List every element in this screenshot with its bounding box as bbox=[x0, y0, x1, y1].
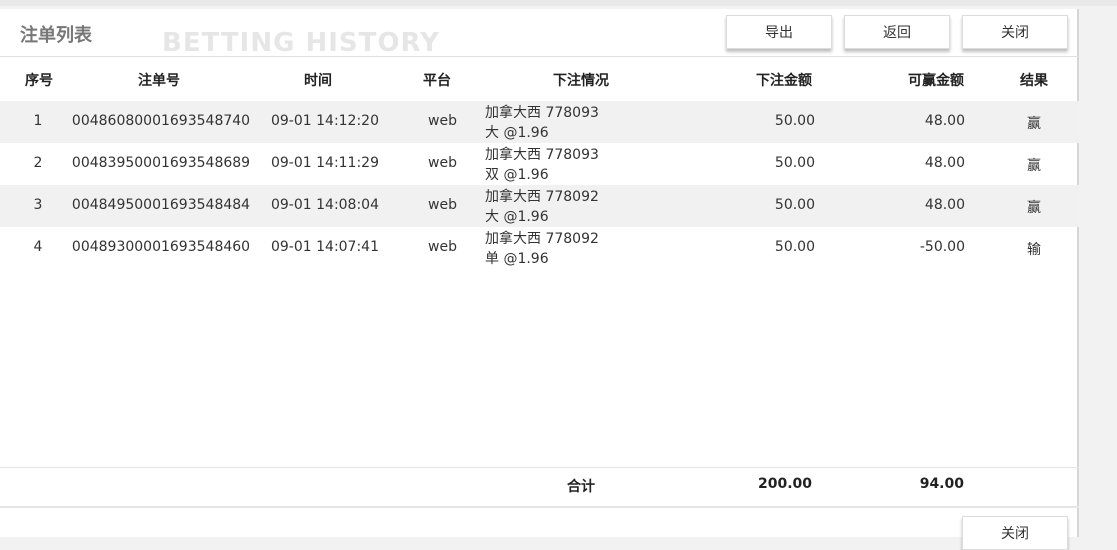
column-bet-detail: 下注情况 bbox=[553, 73, 609, 89]
export-button[interactable]: 导出 bbox=[726, 15, 832, 49]
row-order-no: 00486080001693548740 bbox=[71, 113, 251, 129]
row-result: 输 bbox=[1027, 242, 1041, 258]
table-row[interactable]: 1 00486080001693548740 09-01 14:12:20 we… bbox=[0, 101, 1079, 143]
row-win-amount: 48.00 bbox=[924, 155, 965, 171]
totals-bet-amount: 200.00 bbox=[757, 476, 812, 492]
row-time: 09-01 14:12:20 bbox=[270, 113, 380, 129]
panel-header: 注单列表 BETTING HISTORY 导出 返回 关闭 bbox=[0, 9, 1079, 58]
watermark-text: BETTING HISTORY bbox=[162, 28, 440, 58]
row-bet-detail: 加拿大西 778092 大 @1.96 bbox=[485, 187, 599, 227]
back-button[interactable]: 返回 bbox=[844, 15, 950, 49]
row-bet-detail: 加拿大西 778092 单 @1.96 bbox=[485, 229, 599, 269]
row-bet-amount: 50.00 bbox=[774, 155, 815, 171]
row-bet-amount: 50.00 bbox=[774, 197, 815, 213]
column-index: 序号 bbox=[25, 73, 53, 89]
row-win-amount: -50.00 bbox=[919, 239, 965, 255]
page-title: 注单列表 bbox=[20, 25, 92, 46]
row-bet-detail: 加拿大西 778093 大 @1.96 bbox=[485, 103, 599, 143]
row-index: 1 bbox=[33, 113, 43, 129]
row-time: 09-01 14:11:29 bbox=[270, 155, 380, 171]
bet-detail-selection: 大 @1.96 bbox=[485, 209, 549, 225]
table-row[interactable]: 3 00484950001693548484 09-01 14:08:04 we… bbox=[0, 185, 1079, 227]
bet-detail-match: 加拿大西 778092 bbox=[485, 189, 599, 205]
row-time: 09-01 14:07:41 bbox=[270, 239, 380, 255]
row-time: 09-01 14:08:04 bbox=[270, 197, 380, 213]
footer-divider bbox=[0, 506, 1079, 508]
totals-label: 合计 bbox=[567, 479, 595, 495]
column-time: 时间 bbox=[304, 73, 332, 89]
row-platform: web bbox=[428, 155, 457, 171]
row-platform: web bbox=[428, 197, 457, 213]
bet-detail-match: 加拿大西 778093 bbox=[485, 105, 599, 121]
bet-detail-selection: 单 @1.96 bbox=[485, 251, 549, 267]
table-header: 序号 注单号 时间 平台 下注情况 下注金额 可赢金额 结果 bbox=[0, 57, 1079, 101]
column-platform: 平台 bbox=[423, 73, 451, 89]
row-platform: web bbox=[428, 113, 457, 129]
close-button[interactable]: 关闭 bbox=[962, 15, 1068, 49]
row-result: 赢 bbox=[1027, 200, 1041, 216]
bet-detail-match: 加拿大西 778092 bbox=[485, 231, 599, 247]
table-row[interactable]: 4 00489300001693548460 09-01 14:07:41 we… bbox=[0, 227, 1079, 269]
column-order-no: 注单号 bbox=[138, 73, 180, 89]
bet-detail-selection: 双 @1.96 bbox=[485, 167, 549, 183]
row-result: 赢 bbox=[1027, 158, 1041, 174]
row-bet-detail: 加拿大西 778093 双 @1.96 bbox=[485, 145, 599, 185]
row-order-no: 00484950001693548484 bbox=[71, 197, 251, 213]
column-result: 结果 bbox=[1020, 73, 1048, 89]
row-platform: web bbox=[428, 239, 457, 255]
row-order-no: 00483950001693548689 bbox=[71, 155, 251, 171]
row-index: 3 bbox=[33, 197, 43, 213]
row-result: 赢 bbox=[1027, 116, 1041, 132]
footer-close-button[interactable]: 关闭 bbox=[962, 516, 1068, 550]
bet-detail-match: 加拿大西 778093 bbox=[485, 147, 599, 163]
row-win-amount: 48.00 bbox=[924, 113, 965, 129]
row-bet-amount: 50.00 bbox=[774, 239, 815, 255]
row-win-amount: 48.00 bbox=[924, 197, 965, 213]
column-win-amount: 可赢金额 bbox=[908, 73, 964, 89]
row-index: 2 bbox=[33, 155, 43, 171]
row-index: 4 bbox=[33, 239, 43, 255]
top-strip bbox=[0, 0, 1117, 6]
totals-win-amount: 94.00 bbox=[919, 476, 964, 492]
column-bet-amount: 下注金额 bbox=[756, 73, 812, 89]
table-row[interactable]: 2 00483950001693548689 09-01 14:11:29 we… bbox=[0, 143, 1079, 185]
betting-history-panel: 注单列表 BETTING HISTORY 导出 返回 关闭 序号 注单号 时间 … bbox=[0, 9, 1079, 550]
bet-detail-selection: 大 @1.96 bbox=[485, 125, 549, 141]
row-bet-amount: 50.00 bbox=[774, 113, 815, 129]
row-order-no: 00489300001693548460 bbox=[71, 239, 251, 255]
totals-row: 合计 200.00 94.00 bbox=[0, 468, 1079, 506]
